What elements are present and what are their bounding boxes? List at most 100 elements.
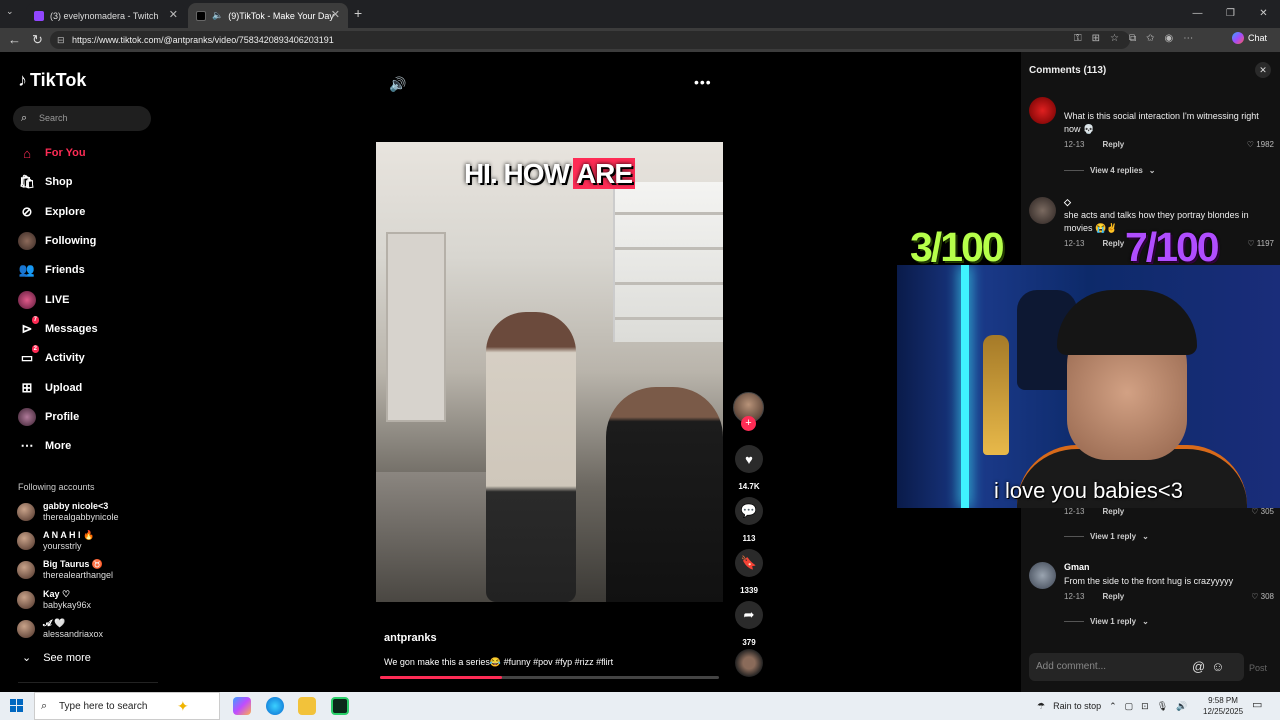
weather-text[interactable]: Rain to stop (1053, 701, 1101, 711)
chevron-up-icon[interactable]: ⌃ (1109, 701, 1117, 712)
taskbar-clock[interactable]: 9:58 PM 12/25/2025 (1203, 695, 1243, 717)
copilot-chat-button[interactable]: Chat (1232, 32, 1267, 44)
taskbar-search-input[interactable]: ⌕ Type here to search ✦ (34, 692, 220, 720)
following-avatar (17, 231, 37, 251)
nav-profile[interactable]: Profile (17, 406, 79, 428)
close-comments-icon[interactable]: ✕ (1255, 62, 1271, 78)
nav-for-you[interactable]: ⌂ For You (17, 142, 85, 164)
favorite-star-icon[interactable]: ☆ (1110, 33, 1119, 44)
file-explorer-icon[interactable] (298, 697, 316, 715)
key-icon[interactable]: ⚿ (1074, 33, 1082, 44)
following-account[interactable]: Big Taurus ♉ therealearthangel (17, 557, 113, 583)
address-bar-row: ← ↻ ⊟ https://www.tiktok.com/@antpranks/… (0, 28, 1280, 52)
tab-actions-icon[interactable]: ⌄ (6, 6, 20, 20)
volume-icon[interactable]: 🔊 (1176, 701, 1187, 712)
music-disc[interactable] (735, 649, 763, 677)
commenter-avatar[interactable] (1029, 197, 1056, 224)
nav-live[interactable]: LIVE (17, 289, 69, 311)
video-progress-bar[interactable] (380, 676, 719, 679)
new-tab-icon[interactable]: + (354, 5, 362, 21)
view-replies-button[interactable]: View 1 reply ⌄ (1064, 532, 1149, 541)
like-button[interactable]: ♥ 14.7K (735, 445, 763, 491)
comment-like[interactable]: ♡ 1197 (1247, 239, 1274, 248)
comment-button[interactable]: 💬 113 (735, 497, 763, 543)
video-author[interactable]: antpranks (384, 632, 437, 644)
comment-username[interactable]: Gman (1064, 562, 1090, 572)
nav-messages[interactable]: ⊳ 7 Messages (17, 316, 98, 340)
account-handle: therealgabbynicole (43, 512, 119, 522)
close-tab-icon[interactable]: ✕ (331, 8, 340, 21)
tray-app-icon[interactable]: ▢ (1125, 701, 1134, 712)
nav-upload[interactable]: ⊞ Upload (17, 377, 83, 399)
twitch-favicon-icon (34, 10, 44, 21)
notifications-icon[interactable]: ▭ (1252, 698, 1262, 711)
video-player[interactable]: HI. HOW ARE (376, 142, 723, 602)
post-button[interactable]: Post (1249, 663, 1267, 673)
save-button[interactable]: 🔖 1339 (735, 549, 763, 595)
nav-following[interactable]: Following (17, 230, 96, 252)
reply-button[interactable]: Reply (1102, 140, 1124, 149)
url-field[interactable]: ⊟ https://www.tiktok.com/@antpranks/vide… (50, 31, 1130, 49)
site-info-icon[interactable]: ⊟ (57, 31, 65, 49)
account-handle: babykay96x (43, 600, 92, 610)
mention-icon[interactable]: @ (1192, 659, 1205, 674)
nav-friends[interactable]: 👥 Friends (17, 259, 85, 281)
minimize-icon[interactable]: — (1181, 0, 1214, 28)
view-replies-button[interactable]: View 1 reply ⌄ (1064, 617, 1149, 626)
following-account[interactable]: gabby nicole<3 therealgabbynicole (17, 499, 119, 525)
see-more-button[interactable]: ⌄ See more (22, 651, 91, 665)
nav-label: Shop (45, 176, 73, 188)
windows-start-icon[interactable] (10, 699, 23, 712)
more-options-icon[interactable]: ••• (694, 74, 712, 90)
nav-shop[interactable]: 🛍 Shop (17, 171, 73, 193)
browser-tab-twitch[interactable]: (3) evelynomadera - Twitch ✕ (26, 3, 186, 28)
browser-tab-tiktok[interactable]: 🔈 (9)TikTok - Make Your Day ✕ (188, 3, 348, 28)
close-window-icon[interactable]: ✕ (1247, 0, 1280, 28)
profile-icon[interactable]: ◉ (1165, 33, 1174, 44)
extensions-icon[interactable]: ⧉ (1129, 33, 1136, 44)
nav-more[interactable]: ⋯ More (17, 435, 72, 457)
comment-input-icons: @ ☺ (1192, 659, 1224, 674)
close-tab-icon[interactable]: ✕ (169, 8, 178, 21)
favorites-icon[interactable]: ✩ (1146, 33, 1154, 44)
comment-like[interactable]: ♡ 308 (1251, 592, 1274, 601)
window-controls: — ❐ ✕ (1181, 0, 1280, 28)
commenter-avatar[interactable] (1029, 97, 1056, 124)
restore-icon[interactable]: ❐ (1214, 0, 1247, 28)
reply-button[interactable]: Reply (1102, 239, 1124, 248)
comment-username[interactable]: ◇ (1064, 197, 1071, 208)
search-input[interactable]: ⌕ Search (13, 106, 151, 131)
video-caption: HI. HOW ARE (464, 156, 636, 192)
following-account[interactable]: A N A H I 🔥 yoursstrly (17, 528, 94, 554)
following-account[interactable]: Kay ♡ babykay96x (17, 587, 91, 613)
chevron-down-icon: ⌄ (1142, 617, 1149, 626)
microphone-icon[interactable]: 🎙 (1157, 701, 1168, 712)
following-account[interactable]: 𝓐 🤍 alessandriaxox (17, 616, 103, 642)
app-icon[interactable] (331, 697, 349, 715)
comment-like[interactable]: ♡ 1982 (1247, 140, 1274, 149)
back-icon[interactable]: ← (8, 32, 21, 47)
reply-button[interactable]: Reply (1102, 507, 1124, 516)
streamer-webcam: i love you babies<3 (897, 265, 1280, 508)
nav-explore[interactable]: ⊘ Explore (17, 201, 86, 223)
speaker-icon[interactable]: 🔈 (212, 10, 223, 21)
weather-icon[interactable]: ☂ (1037, 701, 1045, 712)
edge-app-icon[interactable] (266, 697, 284, 715)
account-handle: yoursstrly (43, 541, 82, 551)
app-available-icon[interactable]: ⊞ (1092, 33, 1100, 44)
comment-like-count: 1197 (1256, 239, 1274, 248)
commenter-avatar[interactable] (1029, 562, 1056, 589)
settings-more-icon[interactable]: ⋯ (1183, 33, 1193, 44)
view-replies-button[interactable]: View 4 replies ⌄ (1064, 166, 1155, 175)
comment-like[interactable]: ♡ 305 (1251, 507, 1274, 516)
nav-activity[interactable]: ▭ 2 Activity (17, 345, 85, 369)
tiktok-logo[interactable]: ♪ TikTok (18, 70, 86, 91)
reply-button[interactable]: Reply (1102, 592, 1124, 601)
copilot-app-icon[interactable] (233, 697, 251, 715)
reload-icon[interactable]: ↻ (32, 32, 43, 48)
follow-plus-icon[interactable]: + (741, 416, 756, 431)
share-button[interactable]: ➦ 379 (735, 601, 763, 647)
emoji-icon[interactable]: ☺ (1211, 659, 1224, 674)
network-icon[interactable]: ⊡ (1141, 701, 1149, 712)
volume-icon[interactable]: 🔊 (389, 76, 406, 93)
